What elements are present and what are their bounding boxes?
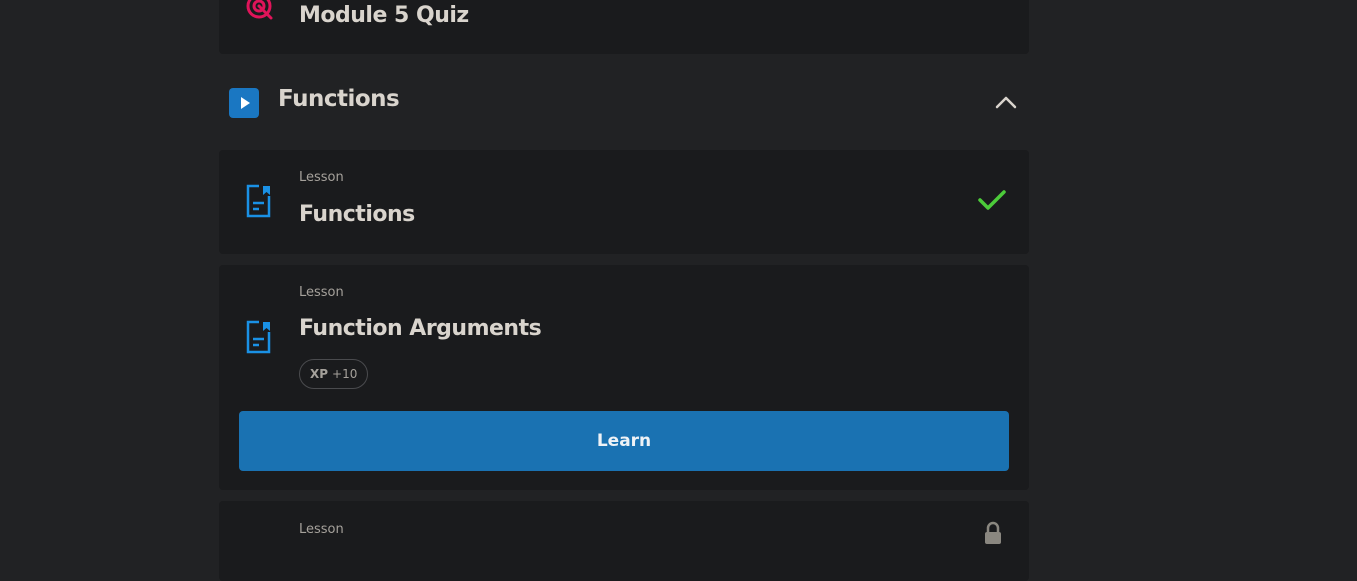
- check-icon: [975, 186, 1009, 218]
- chevron-up-icon[interactable]: [992, 92, 1020, 112]
- lesson-title: Function Arguments: [299, 316, 542, 341]
- lesson-document-icon: [245, 320, 273, 358]
- learn-button[interactable]: Learn: [239, 411, 1009, 471]
- lock-icon: [983, 521, 1003, 549]
- section-title: Functions: [278, 86, 400, 112]
- xp-value: +10: [332, 367, 358, 381]
- lesson-title: Functions: [299, 202, 415, 227]
- play-icon: [229, 88, 259, 118]
- target-icon: [245, 0, 277, 28]
- xp-label: XP: [310, 367, 329, 381]
- lesson-card-functions[interactable]: Lesson Functions: [219, 150, 1029, 254]
- lesson-kind-label: Lesson: [299, 170, 344, 185]
- quiz-title: Module 5 Quiz: [299, 3, 469, 28]
- lesson-card-locked[interactable]: Lesson: [219, 501, 1029, 581]
- lesson-kind-label: Lesson: [299, 522, 344, 537]
- lesson-document-icon: [245, 184, 273, 222]
- lesson-kind-label: Lesson: [299, 285, 344, 300]
- section-header-functions[interactable]: Functions: [219, 74, 1029, 130]
- quiz-card[interactable]: Module 5 Quiz: [219, 0, 1029, 54]
- lesson-card-function-arguments[interactable]: Lesson Function Arguments XP +10 Learn: [219, 265, 1029, 490]
- xp-badge: XP +10: [299, 359, 369, 389]
